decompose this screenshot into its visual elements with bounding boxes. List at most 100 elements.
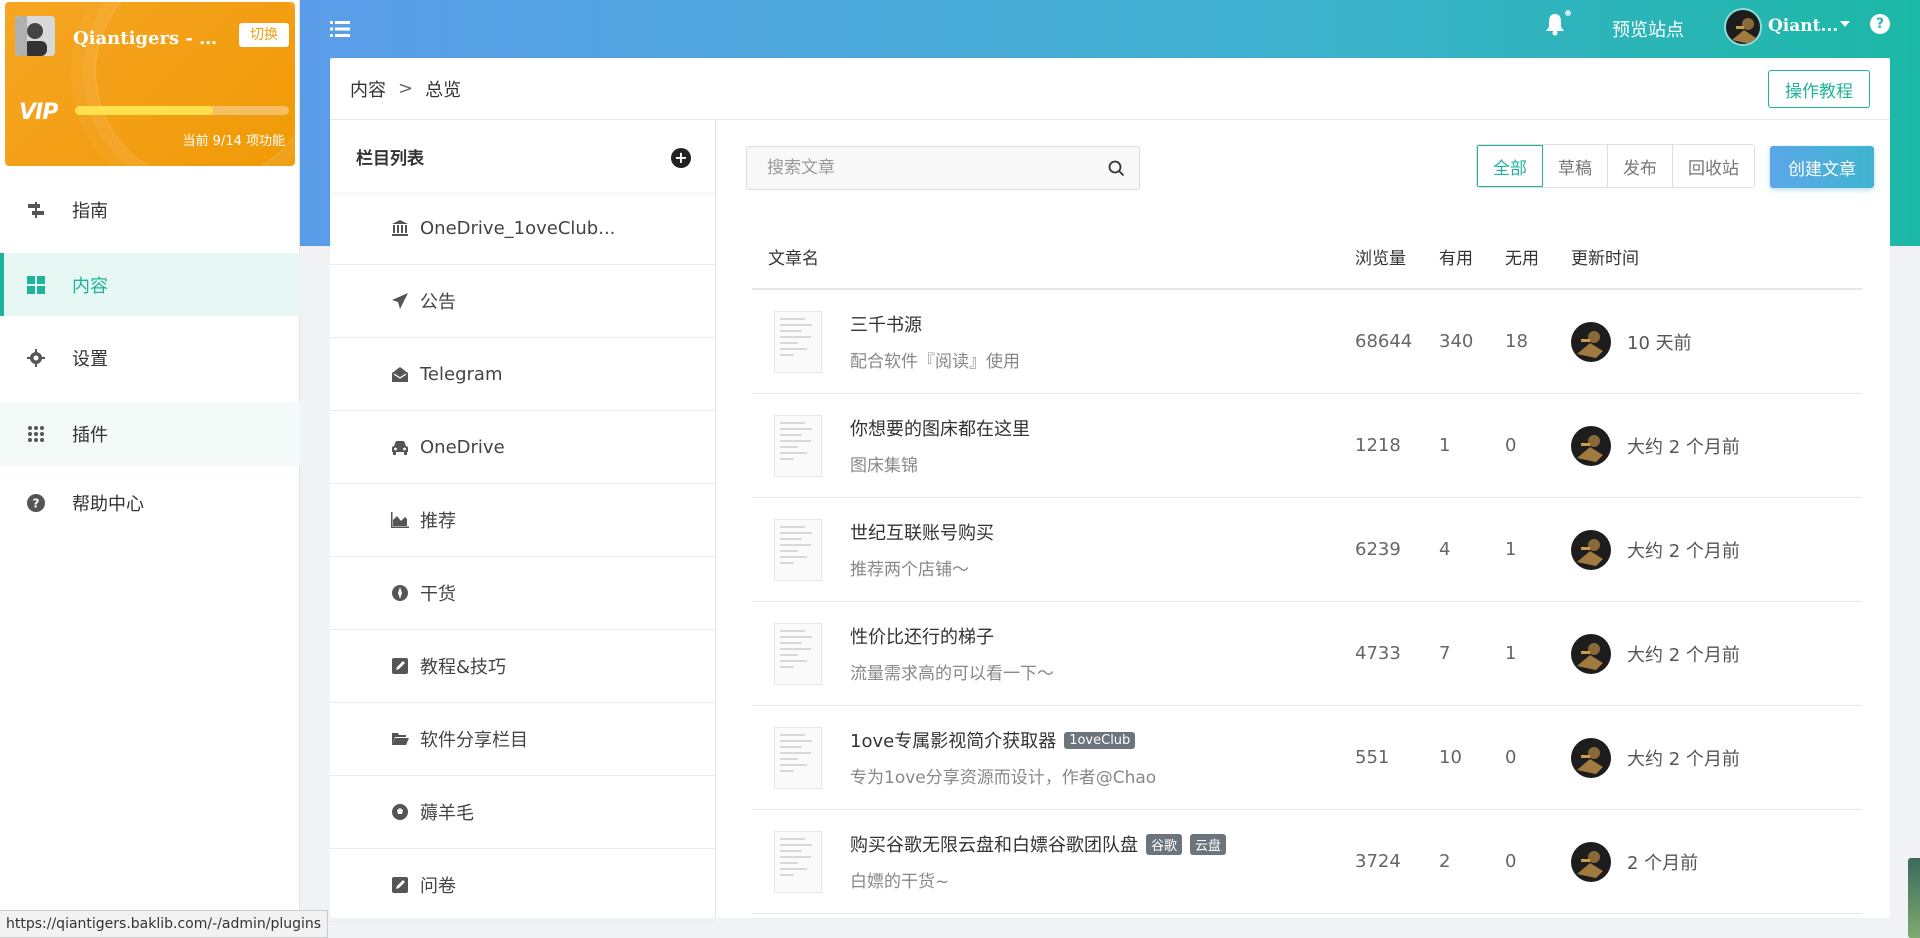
column-item[interactable]: 软件分享栏目 <box>330 703 715 776</box>
article-useful-count: 1 <box>1439 435 1451 456</box>
user-avatar[interactable] <box>1724 8 1762 46</box>
article-useful-count: 2 <box>1439 851 1451 872</box>
rebel-icon <box>390 584 410 602</box>
article-views: 68644 <box>1355 331 1413 352</box>
column-item[interactable]: 薅羊毛 <box>330 776 715 849</box>
account-avatar[interactable] <box>15 16 55 56</box>
article-title-line: 你想要的图床都在这里 <box>850 415 1355 441</box>
article-title[interactable]: 世纪互联账号购买 <box>850 519 994 545</box>
scroll-handle[interactable] <box>1908 858 1920 938</box>
article-info: 1ove专属影视简介获取器 1oveClub 专为1ove分享资源而设计，作者@Ch… <box>850 727 1355 788</box>
article-useful-count: 340 <box>1439 331 1474 352</box>
article-updated-time: 10 天前 <box>1627 332 1692 354</box>
nav-item-guide[interactable]: 指南 <box>0 179 300 241</box>
author-avatar[interactable] <box>1571 841 1611 882</box>
column-item-label: 推荐 <box>420 511 456 532</box>
folder-open-icon <box>390 730 410 748</box>
article-title[interactable]: 你想要的图床都在这里 <box>850 415 1030 441</box>
tutorial-button[interactable]: 操作教程 <box>1768 70 1870 108</box>
author-avatar[interactable] <box>1571 321 1611 362</box>
article-thumbnail <box>774 310 822 373</box>
article-views: 6239 <box>1355 539 1401 560</box>
nav-item-label: 插件 <box>72 425 108 446</box>
article-subtitle: 图床集锦 <box>850 456 918 476</box>
table-row[interactable]: 购买谷歌无限云盘和白嫖谷歌团队盘 谷歌 云盘 白嫖的干货~ 3724 2 0 2 个月前 <box>752 810 1862 914</box>
article-title[interactable]: 性价比还行的梯子 <box>850 623 994 649</box>
notification-dot <box>1565 10 1571 16</box>
filter-tab-draft[interactable]: 草稿 <box>1543 145 1608 187</box>
author-avatar[interactable] <box>1571 633 1611 674</box>
articles-area: 全部 草稿 发布 回收站 创建文章 文章名 浏览量 有用 无用 更新时间 三千书… <box>716 120 1890 918</box>
nav-item-label: 设置 <box>72 349 108 370</box>
header-views: 浏览量 <box>1355 248 1406 269</box>
column-item[interactable]: OneDrive_1oveClub... <box>330 192 715 265</box>
article-subtitle: 配合软件『阅读』使用 <box>850 352 1020 372</box>
column-item[interactable]: Telegram <box>330 338 715 411</box>
search-box <box>746 146 1140 190</box>
svg-text:?: ? <box>33 497 40 511</box>
article-title-line: 购买谷歌无限云盘和白嫖谷歌团队盘 谷歌 云盘 <box>850 831 1355 857</box>
breadcrumb: 内容 > 总览 操作教程 <box>330 58 1890 120</box>
author-avatar[interactable] <box>1571 737 1611 778</box>
table-rows: 三千书源配合软件『阅读』使用 68644 340 18 10 天前你想要的图床都在这里图… <box>752 290 1862 914</box>
car-icon <box>390 438 410 456</box>
filter-tab-trash[interactable]: 回收站 <box>1673 145 1754 187</box>
articles-table: 文章名 浏览量 有用 无用 更新时间 三千书源 配合软件『阅读』使用 68644 34… <box>752 224 1862 914</box>
edit-icon <box>390 657 410 675</box>
dots-grid-icon <box>26 424 46 444</box>
column-item[interactable]: OneDrive <box>330 411 715 484</box>
search-icon[interactable] <box>1108 160 1125 182</box>
article-title-line: 世纪互联账号购买 <box>850 519 1355 545</box>
filter-tab-published[interactable]: 发布 <box>1608 145 1673 187</box>
column-item[interactable]: 干货 <box>330 557 715 630</box>
breadcrumb-current: 总览 <box>425 79 462 101</box>
column-list: 栏目列表 + OneDrive_1oveClub... 公告 Telegram One… <box>330 120 716 922</box>
author-avatar[interactable] <box>1571 529 1611 570</box>
article-title[interactable]: 购买谷歌无限云盘和白嫖谷歌团队盘 <box>850 831 1138 857</box>
preview-site-link[interactable]: 预览站点 <box>1612 16 1684 42</box>
article-title[interactable]: 三千书源 <box>850 311 922 337</box>
column-item[interactable]: 公告 <box>330 265 715 338</box>
table-row[interactable]: 性价比还行的梯子 流量需求高的可以看一下～ 4733 7 1 大约 2 个月前 <box>752 602 1862 706</box>
article-tag: 1oveClub <box>1064 731 1136 749</box>
filter-tab-all[interactable]: 全部 <box>1477 145 1543 187</box>
add-column-icon[interactable]: + <box>671 148 691 168</box>
article-updated: 大约 2 个月前 <box>1571 737 1740 778</box>
user-name[interactable]: Qiant... <box>1768 16 1838 36</box>
article-useless-count: 0 <box>1505 435 1517 456</box>
table-row[interactable]: 你想要的图床都在这里 图床集锦 1218 1 0 大约 2 个月前 <box>752 394 1862 498</box>
sidebar: Qiantigers - 勿... 切换 VIP 当前 9/14 项功能 指南 … <box>0 0 300 938</box>
table-row[interactable]: 三千书源配合软件『阅读』使用 68644 340 18 10 天前 <box>752 290 1862 394</box>
gear-icon <box>26 348 46 368</box>
author-avatar[interactable] <box>1571 425 1611 466</box>
column-item-label: 干货 <box>420 584 456 605</box>
column-item-label: 问卷 <box>420 876 456 897</box>
vip-account-card: Qiantigers - 勿... 切换 VIP 当前 9/14 项功能 <box>5 2 295 166</box>
breadcrumb-parent[interactable]: 内容 <box>350 76 386 102</box>
table-row[interactable]: 1ove专属影视简介获取器 1oveClub 专为1ove分享资源而设计，作者@Ch… <box>752 706 1862 810</box>
article-views: 1218 <box>1355 435 1401 456</box>
search-input[interactable] <box>747 147 1139 189</box>
article-info: 世纪互联账号购买 推荐两个店铺～ <box>850 519 1355 580</box>
nav-item-help-center[interactable]: ? 帮助中心 <box>0 472 300 534</box>
column-item-label: Telegram <box>420 363 503 385</box>
article-title[interactable]: 1ove专属影视简介获取器 <box>850 727 1056 753</box>
column-item[interactable]: 推荐 <box>330 484 715 557</box>
nav-item-content[interactable]: 内容 <box>0 253 300 316</box>
bell-icon[interactable] <box>1545 10 1571 41</box>
menu-toggle-icon[interactable] <box>330 20 350 43</box>
article-useless-count: 0 <box>1505 851 1517 872</box>
help-icon[interactable]: ? <box>1870 14 1890 34</box>
create-article-button[interactable]: 创建文章 <box>1770 146 1874 188</box>
switch-account-button[interactable]: 切换 <box>239 23 289 47</box>
nav-item-settings[interactable]: 设置 <box>0 327 300 389</box>
article-thumbnail <box>774 518 822 581</box>
column-item[interactable]: 问卷 <box>330 849 715 922</box>
table-row[interactable]: 世纪互联账号购买 推荐两个店铺～ 6239 4 1 大约 2 个月前 <box>752 498 1862 602</box>
breadcrumb-separator: > <box>398 78 414 99</box>
article-updated: 大约 2 个月前 <box>1571 529 1740 570</box>
column-item[interactable]: 教程&技巧 <box>330 630 715 703</box>
nav-item-plugins[interactable]: 插件 <box>0 402 300 466</box>
user-menu-caret-icon[interactable] <box>1840 21 1850 27</box>
article-useless-count: 18 <box>1505 331 1528 352</box>
